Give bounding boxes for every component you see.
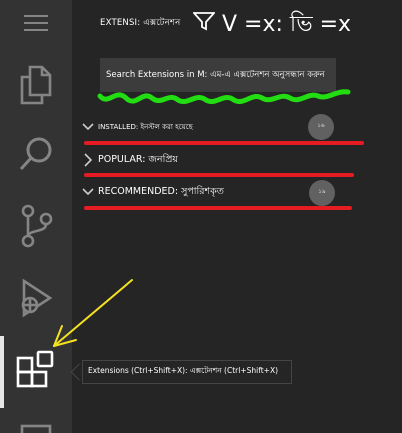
source-control-icon[interactable] — [0, 200, 72, 252]
header-annotation-text: V =x: ভি =x — [222, 12, 352, 37]
section-popular[interactable]: POPULAR: জনপ্রিয় — [76, 149, 402, 171]
section-installed[interactable]: INSTALLED: ইনস্টল করা হয়েছে — [76, 116, 402, 138]
chevron-down-icon — [82, 188, 94, 196]
chevron-right-icon — [84, 153, 93, 167]
explorer-files-icon[interactable] — [0, 60, 72, 110]
hamburger-menu-icon[interactable] — [0, 10, 72, 36]
red-underline-annotation — [84, 206, 352, 210]
section-popular-label: POPULAR: জনপ্রিয় — [98, 153, 179, 165]
remote-explorer-icon[interactable] — [0, 418, 72, 433]
filter-icon[interactable] — [193, 11, 215, 31]
extensions-tooltip: Extensions (Ctrl+Shift+X): এক্সটেনশন (Ct… — [82, 360, 292, 384]
recommended-count-badge: ১৯ — [309, 180, 335, 206]
section-installed-label: INSTALLED: ইনস্টল করা হয়েছে — [98, 123, 193, 131]
activity-bar — [0, 0, 72, 433]
section-recommended[interactable]: RECOMMENDED: সুপারিশকৃত — [76, 181, 402, 203]
sidebar-title: EXTENSI: এক্সটেনশন — [100, 18, 181, 28]
section-recommended-label: RECOMMENDED: সুপারিশকৃত — [98, 185, 224, 197]
search-icon[interactable] — [0, 130, 72, 180]
red-underline-annotation — [84, 173, 354, 177]
red-underline-annotation — [84, 141, 364, 145]
installed-count-badge: ১৬ — [308, 114, 334, 140]
search-extensions-input[interactable] — [106, 70, 336, 80]
chevron-down-icon — [82, 123, 94, 131]
yellow-arrow-annotation — [53, 279, 133, 347]
green-squiggle-annotation — [97, 89, 351, 104]
